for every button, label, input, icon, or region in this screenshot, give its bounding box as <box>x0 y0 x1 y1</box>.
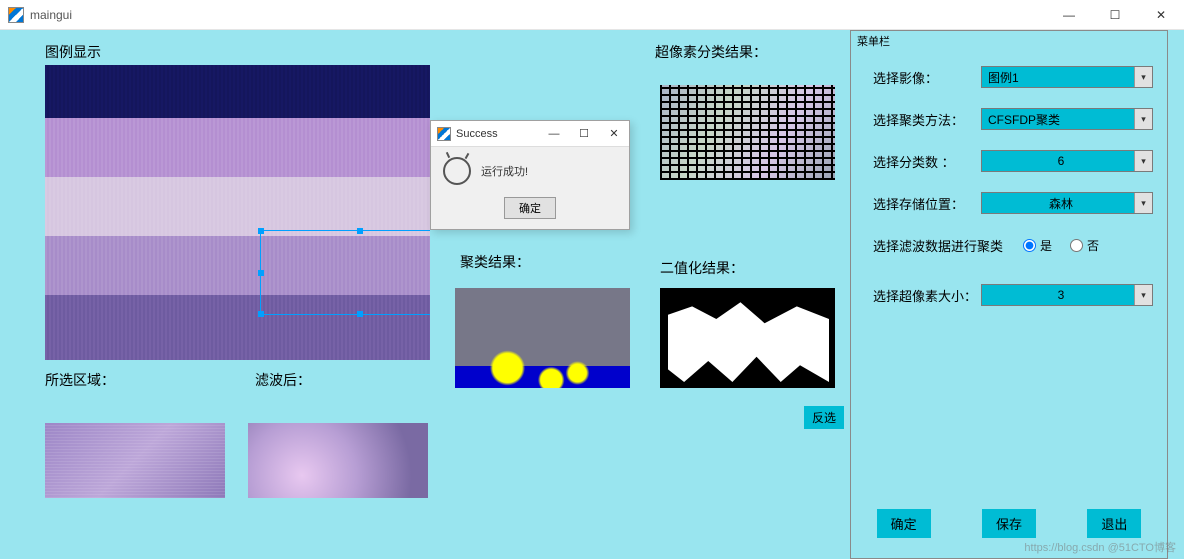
selected-region-image <box>45 423 225 498</box>
combo-value: CFSFDP聚类 <box>982 111 1134 128</box>
menu-ok-button[interactable]: 确定 <box>877 509 931 538</box>
success-dialog: Success — ☐ ✕ 运行成功! 确定 <box>430 120 630 230</box>
legend-image[interactable] <box>45 65 430 360</box>
window-close-button[interactable]: ✕ <box>1138 0 1184 30</box>
menu-save-button[interactable]: 保存 <box>982 509 1036 538</box>
app-icon <box>8 7 24 23</box>
row-select-image: 选择影像： 图例1 ▾ <box>873 65 1153 89</box>
filtered-image <box>248 423 428 498</box>
combo-select-image[interactable]: 图例1 ▾ <box>981 66 1153 88</box>
chevron-down-icon: ▾ <box>1134 109 1152 129</box>
label-select-image: 选择影像： <box>873 68 981 87</box>
dialog-title: Success <box>456 128 539 140</box>
chevron-down-icon: ▾ <box>1134 151 1152 171</box>
menu-panel-title: 菜单栏 <box>851 31 1167 55</box>
invert-selection-button[interactable]: 反选 <box>804 406 844 429</box>
dialog-message: 运行成功! <box>481 163 528 179</box>
label-select-superpixel: 选择超像素大小： <box>873 286 981 305</box>
cluster-result-image <box>455 288 630 388</box>
dialog-minimize-button[interactable]: — <box>539 121 569 147</box>
row-select-classes: 选择分类数 ： 6 ▾ <box>873 149 1153 173</box>
label-after-filter: 滤波后： <box>255 370 311 390</box>
binarize-result-image <box>660 288 835 388</box>
label-binarize-result: 二值化结果： <box>660 258 744 278</box>
row-select-superpixel: 选择超像素大小： 3 ▾ <box>873 283 1153 307</box>
combo-value: 3 <box>982 288 1134 302</box>
row-select-method: 选择聚类方法： CFSFDP聚类 ▾ <box>873 107 1153 131</box>
menu-panel: 菜单栏 选择影像： 图例1 ▾ 选择聚类方法： CFSFDP聚类 ▾ 选择分类数… <box>850 30 1168 559</box>
label-cluster-result: 聚类结果： <box>460 252 530 272</box>
window-titlebar: maingui — ☐ ✕ <box>0 0 1184 30</box>
chevron-down-icon: ▾ <box>1134 193 1152 213</box>
client-area: 图例显示 所选区域： 滤波后： 聚类结果： 超像素分类结果： 二值化结果： 反选… <box>0 30 1184 559</box>
radio-yes-input[interactable] <box>1023 239 1036 252</box>
combo-value: 森林 <box>982 195 1134 212</box>
combo-select-superpixel[interactable]: 3 ▾ <box>981 284 1153 306</box>
label-legend-display: 图例显示 <box>45 42 101 62</box>
watermark: https://blog.csdn @51CTO博客 <box>1024 539 1176 555</box>
lightbulb-icon <box>443 157 471 185</box>
app-icon <box>437 127 451 141</box>
radio-no-input[interactable] <box>1070 239 1083 252</box>
window-maximize-button[interactable]: ☐ <box>1092 0 1138 30</box>
window-minimize-button[interactable]: — <box>1046 0 1092 30</box>
radio-yes-label: 是 <box>1040 237 1052 254</box>
radio-no-label: 否 <box>1087 237 1099 254</box>
dialog-close-button[interactable]: ✕ <box>599 121 629 147</box>
label-filter-for-cluster: 选择滤波数据进行聚类 <box>873 236 1023 255</box>
label-superpixel-result: 超像素分类结果： <box>655 42 767 62</box>
dialog-titlebar[interactable]: Success — ☐ ✕ <box>431 121 629 147</box>
radio-no[interactable]: 否 <box>1070 237 1099 254</box>
window-title: maingui <box>30 8 1046 22</box>
label-select-storage: 选择存储位置： <box>873 194 981 213</box>
dialog-maximize-button[interactable]: ☐ <box>569 121 599 147</box>
label-select-method: 选择聚类方法： <box>873 110 981 129</box>
row-filter-for-cluster: 选择滤波数据进行聚类 是 否 <box>873 233 1153 257</box>
chevron-down-icon: ▾ <box>1134 67 1152 87</box>
combo-value: 图例1 <box>982 69 1134 86</box>
chevron-down-icon: ▾ <box>1134 285 1152 305</box>
superpixel-result-image <box>660 85 835 180</box>
label-selected-region: 所选区域： <box>45 370 115 390</box>
radio-yes[interactable]: 是 <box>1023 237 1052 254</box>
row-select-storage: 选择存储位置： 森林 ▾ <box>873 191 1153 215</box>
label-select-classes: 选择分类数 ： <box>873 152 981 171</box>
combo-value: 6 <box>982 154 1134 168</box>
menu-exit-button[interactable]: 退出 <box>1087 509 1141 538</box>
combo-select-storage[interactable]: 森林 ▾ <box>981 192 1153 214</box>
dialog-ok-button[interactable]: 确定 <box>504 197 556 219</box>
selection-rectangle[interactable] <box>260 230 430 315</box>
combo-select-classes[interactable]: 6 ▾ <box>981 150 1153 172</box>
combo-select-method[interactable]: CFSFDP聚类 ▾ <box>981 108 1153 130</box>
